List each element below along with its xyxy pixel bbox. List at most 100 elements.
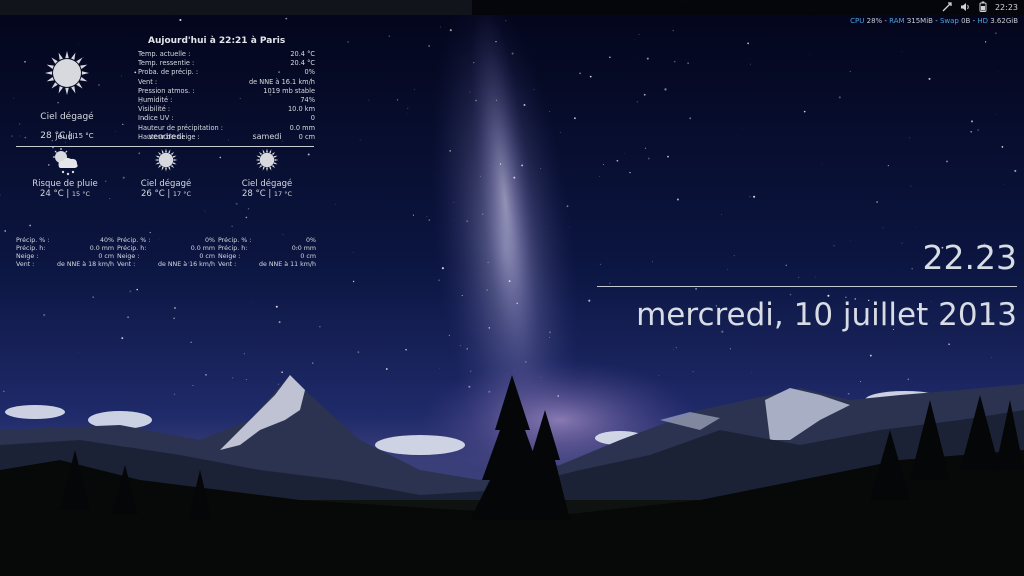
forecast-details: Précip. % : 0% Précip. h: 0.0 mm Neige : 0 cm… xyxy=(218,237,316,269)
detail-label: Temp. actuelle : xyxy=(138,50,191,58)
clock-divider xyxy=(597,286,1017,287)
star xyxy=(388,35,390,37)
detail-value: 0 cm xyxy=(199,253,215,260)
weather-title: Aujourd'hui à 22:21 à Paris xyxy=(148,36,286,46)
star xyxy=(508,280,511,283)
detail-label: Neige : xyxy=(16,253,39,260)
star xyxy=(232,377,234,379)
taskbar-area[interactable] xyxy=(0,0,472,15)
detail-value: 0.0 mm xyxy=(291,245,316,252)
star xyxy=(487,261,489,264)
weather-details: Temp. actuelle : 20.4 °C Temp. ressentie :… xyxy=(138,50,315,142)
star xyxy=(438,279,440,282)
star xyxy=(753,195,756,198)
star xyxy=(481,213,484,216)
forecast-day-name: vendredi xyxy=(148,132,184,141)
detail-label: Précip. h: xyxy=(117,245,147,252)
detail-row: Vent : de NNE à 18 km/h xyxy=(16,261,114,269)
detail-row: Précip. h: 0.0 mm xyxy=(16,245,114,253)
star xyxy=(847,392,850,395)
detail-label: Pression atmos. : xyxy=(138,86,195,95)
forecast-temperature: 26 °C | 17 °C xyxy=(116,189,216,199)
star xyxy=(352,280,355,283)
detail-value: 0.0 mm xyxy=(190,245,215,252)
star xyxy=(523,104,526,106)
sun-icon xyxy=(253,147,281,175)
volume-icon[interactable] xyxy=(960,2,971,14)
star xyxy=(501,224,503,225)
star xyxy=(511,52,514,55)
star xyxy=(915,227,916,228)
detail-row: Neige : 0 cm xyxy=(16,253,114,261)
star xyxy=(359,139,361,141)
star xyxy=(469,91,471,93)
swap-label: Swap xyxy=(939,17,959,25)
star xyxy=(887,165,889,167)
star xyxy=(479,175,482,177)
star xyxy=(77,43,79,45)
star xyxy=(557,395,559,397)
network-icon[interactable] xyxy=(942,1,952,14)
detail-row: Proba. de précip. : 0% xyxy=(138,68,315,77)
star xyxy=(277,383,279,385)
forecast-high: 26 °C | xyxy=(140,189,171,199)
star xyxy=(13,97,15,99)
detail-value: 20.4 °C xyxy=(290,59,315,68)
star xyxy=(368,99,370,101)
star xyxy=(173,317,175,320)
detail-label: Neige : xyxy=(117,253,140,260)
star xyxy=(910,185,912,187)
detail-row: Précip. h: 0.0 mm xyxy=(218,245,316,253)
star xyxy=(98,83,100,86)
star xyxy=(994,32,997,35)
star xyxy=(449,150,451,152)
detail-label: Neige : xyxy=(218,253,241,260)
star xyxy=(672,29,674,32)
detail-label: Précip. h: xyxy=(218,245,248,252)
detail-row: Précip. % : 40% xyxy=(16,237,114,245)
star xyxy=(695,287,698,290)
star xyxy=(901,51,903,52)
star xyxy=(809,54,810,56)
star xyxy=(4,230,7,232)
star xyxy=(466,348,468,350)
star xyxy=(441,267,444,270)
star xyxy=(243,353,246,355)
star xyxy=(729,348,731,350)
star xyxy=(516,302,518,305)
star xyxy=(412,214,414,216)
star xyxy=(727,269,728,270)
star xyxy=(647,157,650,160)
cloud-rain-sun-icon xyxy=(51,147,79,176)
star xyxy=(353,251,354,253)
detail-label: Vent : xyxy=(16,261,35,268)
ram-label: RAM xyxy=(889,17,905,25)
star xyxy=(521,164,524,167)
star xyxy=(149,231,151,234)
star xyxy=(928,77,931,80)
battery-icon[interactable] xyxy=(979,1,987,14)
panel-clock[interactable]: 22:23 xyxy=(995,3,1018,12)
star xyxy=(599,263,602,266)
forecast-details: Précip. % : 0% Précip. h: 0.0 mm Neige : 0 cm… xyxy=(117,237,215,269)
swap-value: 0B xyxy=(961,17,971,25)
star xyxy=(499,163,502,165)
detail-row: Vent : de NNE à 16 km/h xyxy=(117,261,215,269)
star xyxy=(247,208,250,210)
star xyxy=(92,296,95,298)
star xyxy=(245,216,248,219)
star xyxy=(638,33,640,36)
star xyxy=(673,60,676,63)
forecast-low: 17 °C xyxy=(172,190,192,198)
star xyxy=(970,130,973,133)
star xyxy=(245,379,247,380)
detail-label: Temp. ressentie : xyxy=(138,59,195,68)
star xyxy=(948,343,950,346)
detail-row: Précip. % : 0% xyxy=(117,237,215,245)
star xyxy=(192,384,194,386)
star xyxy=(461,295,463,296)
star xyxy=(658,375,660,376)
star xyxy=(396,99,398,101)
star xyxy=(911,268,913,270)
forecast-day-jeudi: jeudi Risque de pluie 24 °C | 15 °C xyxy=(15,132,115,199)
